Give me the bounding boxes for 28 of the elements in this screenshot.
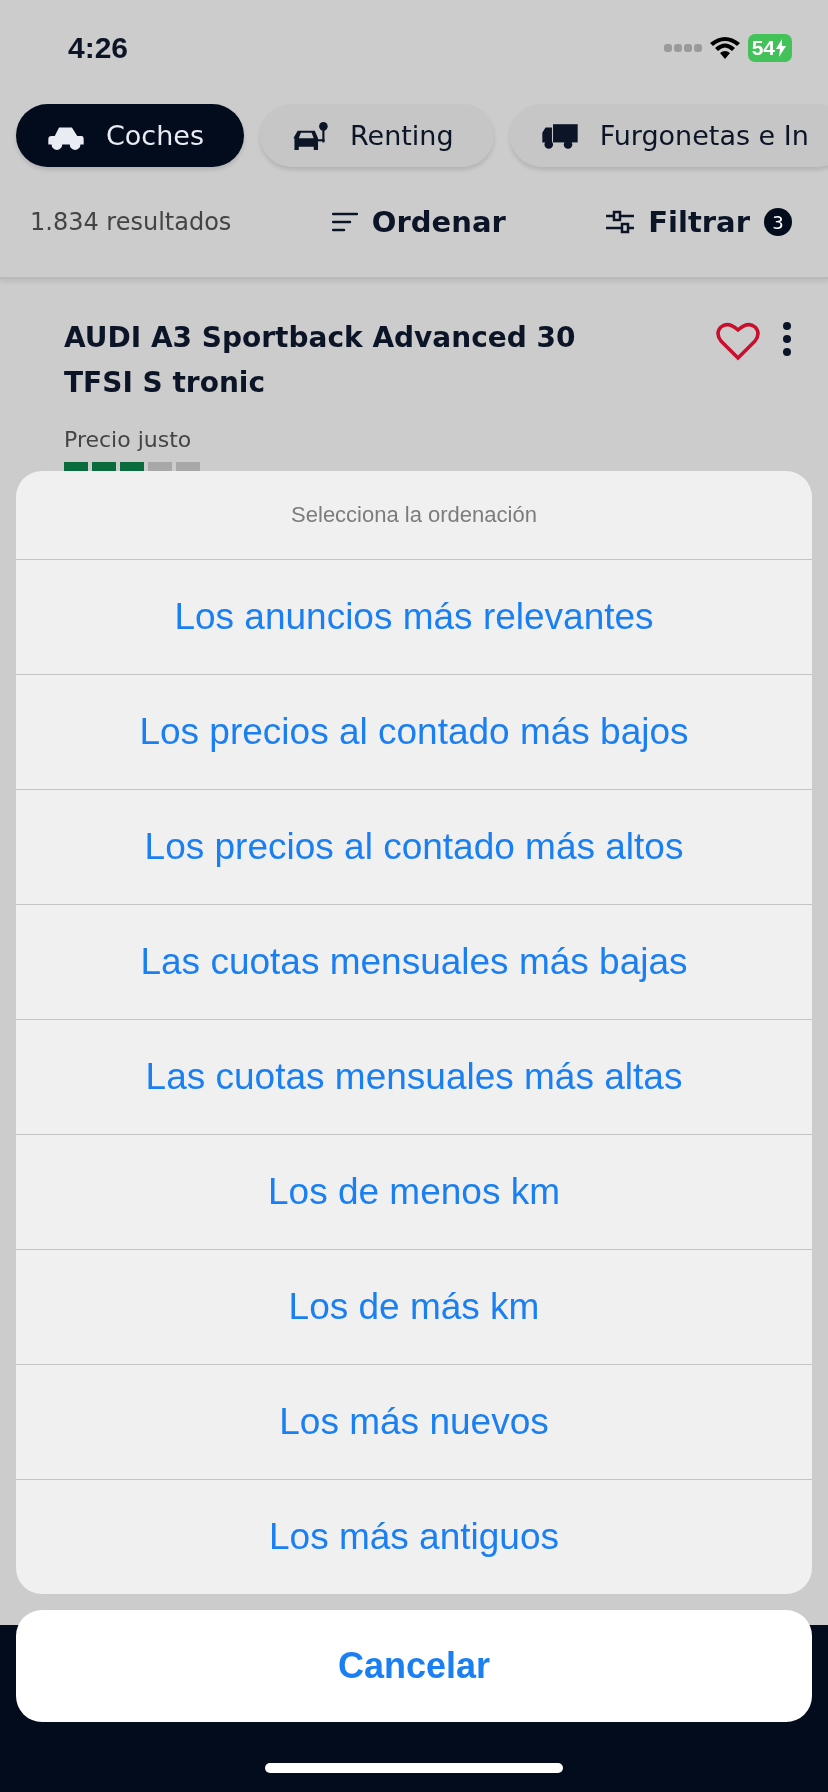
filter-count-badge: 3	[764, 208, 792, 236]
sort-icon	[331, 212, 358, 232]
heart-icon[interactable]	[716, 321, 760, 361]
category-tab[interactable]: Renting	[260, 104, 494, 167]
cancel-button[interactable]: Cancelar	[16, 1610, 812, 1722]
signal-icon	[663, 43, 702, 53]
listing-title: AUDI A3 Sportback Advanced 30 TFSI S tronic	[64, 320, 577, 401]
more-icon[interactable]	[782, 321, 792, 357]
sort-option[interactable]: Los precios al contado más altos	[16, 789, 812, 904]
wifi-icon	[709, 37, 740, 59]
status-time: 4:26	[68, 31, 129, 65]
battery-indicator: 54	[747, 34, 792, 62]
sliders-icon	[606, 210, 635, 234]
price-rating-label: Precio justo	[63, 426, 193, 452]
sort-option[interactable]: Los precios al contado más bajos	[16, 674, 812, 789]
sort-option[interactable]: Los más nuevos	[16, 1364, 812, 1479]
sort-option[interactable]: Los más antiguos	[16, 1479, 812, 1594]
sort-button[interactable]: Ordenar	[331, 205, 506, 239]
sort-option[interactable]: Las cuotas mensuales más bajas	[16, 904, 812, 1019]
filter-button[interactable]: Filtrar 3	[606, 205, 792, 239]
sheet-title: Selecciona la ordenación	[290, 501, 538, 529]
sort-option[interactable]: Los de menos km	[16, 1134, 812, 1249]
sort-option[interactable]: Los de más km	[16, 1249, 812, 1364]
sort-option[interactable]: Las cuotas mensuales más altas	[16, 1019, 812, 1134]
sort-option[interactable]: Los anuncios más relevantes	[16, 559, 812, 674]
category-tab[interactable]: Coches	[16, 104, 244, 167]
results-count: 1.834 resultados	[30, 208, 232, 236]
category-tab[interactable]: Furgonetas e In	[509, 104, 828, 167]
